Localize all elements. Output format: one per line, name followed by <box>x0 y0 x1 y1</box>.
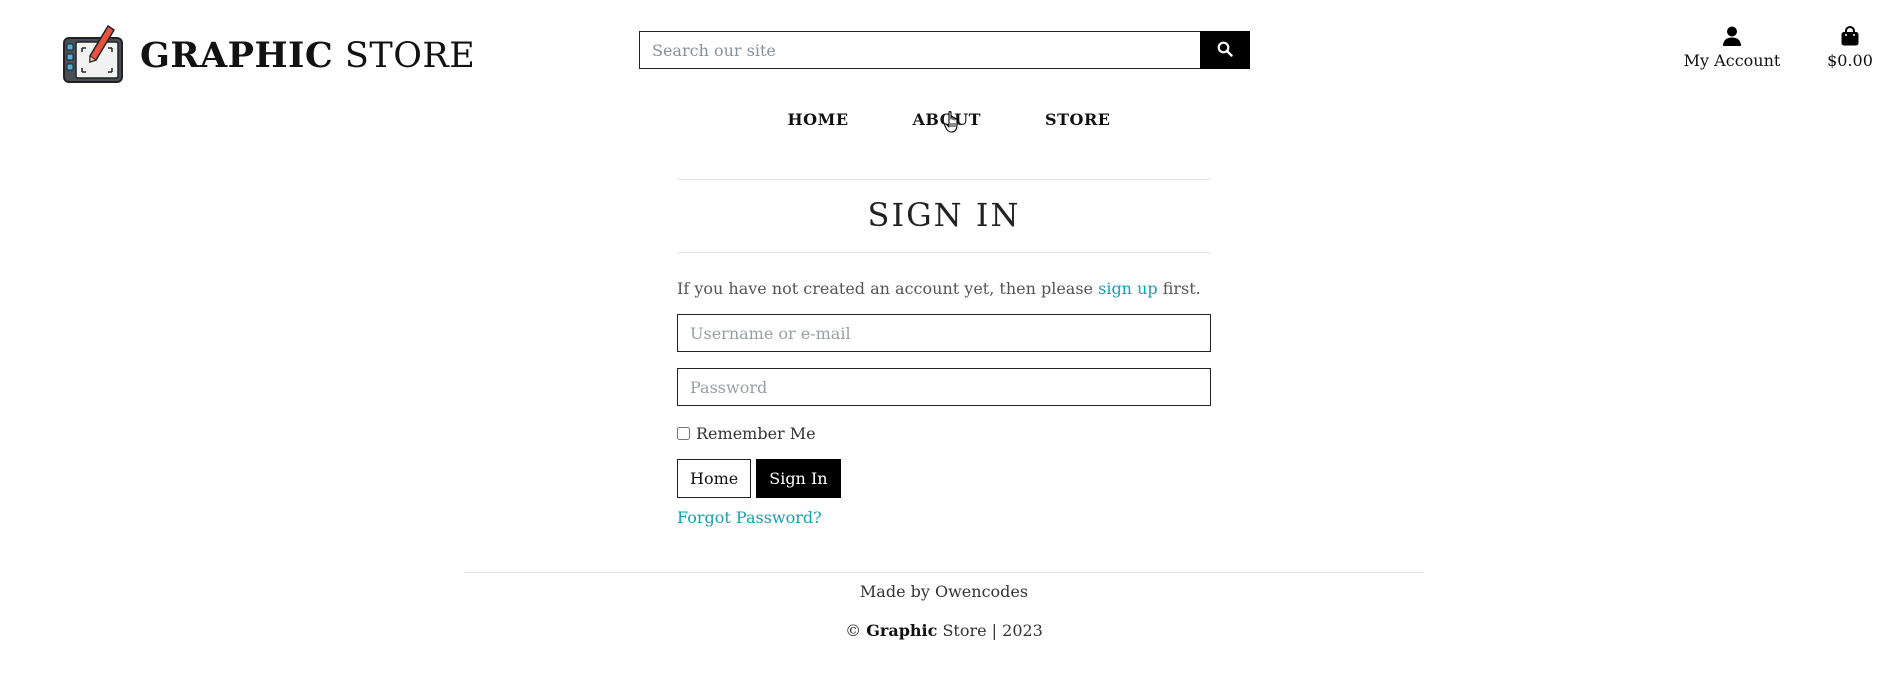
cart-link[interactable]: $0.00 <box>1822 26 1878 70</box>
remember-me-checkbox[interactable] <box>677 427 690 440</box>
copyright-symbol: © <box>845 621 862 640</box>
form-actions: Home Sign In <box>677 459 1211 498</box>
drawing-tablet-icon <box>62 24 126 86</box>
site-logo[interactable]: GRAPHIC STORE <box>62 24 475 86</box>
nav-store[interactable]: STORE <box>1013 110 1142 129</box>
my-account-link[interactable]: My Account <box>1680 26 1784 70</box>
search-icon <box>1217 41 1233 60</box>
site-header: GRAPHIC STORE My Account <box>0 0 1898 100</box>
password-field[interactable] <box>677 368 1211 406</box>
home-button[interactable]: Home <box>677 459 752 498</box>
forgot-password-link[interactable]: Forgot Password? <box>677 508 822 527</box>
signin-panel: SIGN IN If you have not created an accou… <box>677 179 1211 527</box>
search-form <box>639 31 1250 69</box>
copyright: © Graphic Store | 2023 <box>464 621 1424 640</box>
cart-total: $0.00 <box>1827 51 1873 70</box>
nav-home[interactable]: HOME <box>756 110 881 129</box>
search-input[interactable] <box>639 31 1200 69</box>
site-footer: Made by Owencodes © Graphic Store | 2023 <box>464 572 1424 640</box>
sign-in-button[interactable]: Sign In <box>756 459 841 498</box>
copyright-brand: Graphic <box>866 621 938 640</box>
signup-prompt-tail: first. <box>1157 279 1201 298</box>
logo-text: GRAPHIC STORE <box>140 34 476 76</box>
hand-pointer-icon <box>944 110 962 138</box>
remember-me-label: Remember Me <box>696 424 816 443</box>
shopping-bag-icon <box>1822 26 1878 48</box>
divider <box>677 252 1211 253</box>
my-account-label: My Account <box>1683 51 1781 70</box>
signup-prompt: If you have not created an account yet, … <box>677 279 1211 298</box>
user-icon <box>1680 26 1784 48</box>
signup-link[interactable]: sign up <box>1098 279 1158 298</box>
made-by-text: Made by Owencodes <box>859 582 1029 601</box>
signup-prompt-text: If you have not created an account yet, … <box>677 279 1099 298</box>
username-field[interactable] <box>677 314 1211 352</box>
remember-me[interactable]: Remember Me <box>677 424 1211 443</box>
page-title: SIGN IN <box>867 196 1021 234</box>
copyright-rest: Store | 2023 <box>942 621 1043 640</box>
search-button[interactable] <box>1200 31 1250 69</box>
